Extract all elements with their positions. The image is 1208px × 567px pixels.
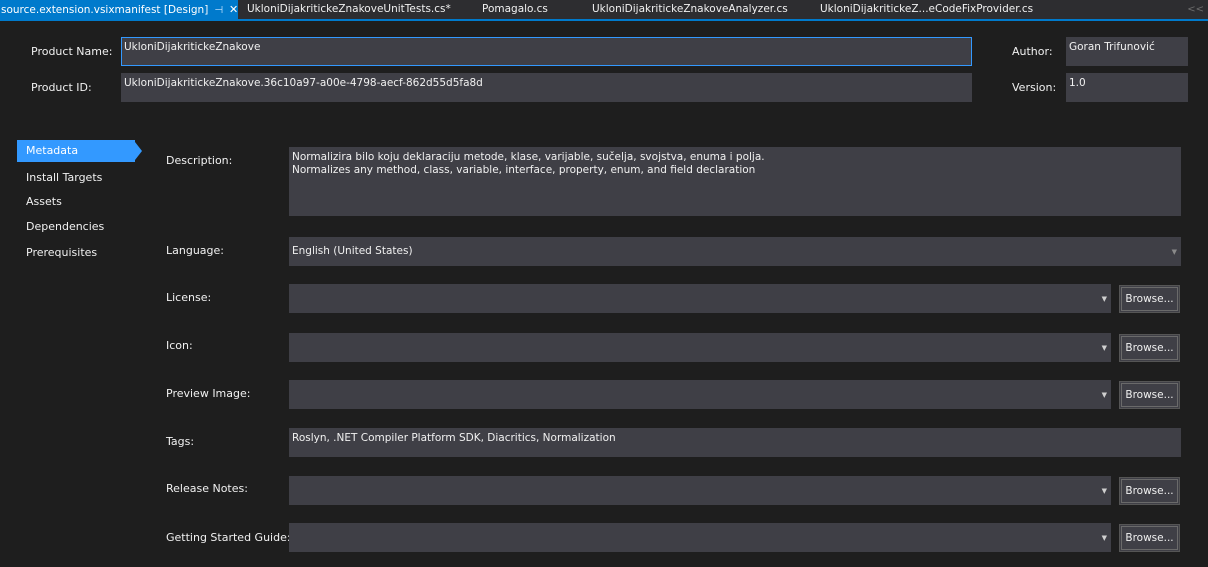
chevron-down-icon: ▼ [1101, 534, 1107, 542]
getting-started-dropdown[interactable]: ▼ [289, 523, 1111, 552]
button-focus-border [1121, 526, 1178, 550]
chevron-down-icon: ▼ [1101, 344, 1107, 352]
tab-unit-tests[interactable]: UkloniDijakritickeZnakoveUnitTests.cs* [247, 0, 451, 19]
tab-label: UkloniDijakritickeZnakoveUnitTests.cs* [247, 3, 451, 15]
tab-codefix-provider[interactable]: UkloniDijakritickeZ...eCodeFixProvider.c… [820, 0, 1033, 19]
language-value: English (United States) [292, 245, 413, 257]
product-id-field[interactable]: UkloniDijakritickeZnakove.36c10a97-a00e-… [121, 73, 972, 102]
tags-label: Tags: [166, 435, 195, 448]
release-notes-label: Release Notes: [166, 482, 248, 495]
nav-item-label: Metadata [26, 144, 79, 157]
button-focus-border [1121, 287, 1178, 311]
version-label: Version: [1012, 81, 1057, 94]
description-field[interactable]: Normalizira bilo koju deklaraciju metode… [289, 147, 1181, 216]
license-browse-button[interactable]: Browse... [1119, 285, 1180, 313]
release-notes-browse-button[interactable]: Browse... [1119, 477, 1180, 505]
description-line: Normalizes any method, class, variable, … [292, 164, 756, 176]
author-field[interactable]: Goran Trifunović [1066, 37, 1188, 66]
nav-item-prerequisites[interactable]: Prerequisites [26, 246, 97, 259]
preview-image-dropdown[interactable]: ▼ [289, 380, 1111, 409]
tags-field[interactable]: Roslyn, .NET Compiler Platform SDK, Diac… [289, 428, 1181, 457]
tab-pomagalo[interactable]: Pomagalo.cs [482, 0, 548, 19]
language-dropdown[interactable]: English (United States) ▼ [289, 237, 1181, 266]
language-label: Language: [166, 244, 224, 257]
tab-label: UkloniDijakritickeZ...eCodeFixProvider.c… [820, 3, 1034, 15]
getting-started-label: Getting Started Guide: [166, 531, 291, 544]
icon-label: Icon: [166, 339, 193, 352]
release-notes-dropdown[interactable]: ▼ [289, 476, 1111, 505]
preview-image-label: Preview Image: [166, 387, 251, 400]
icon-browse-button[interactable]: Browse... [1119, 334, 1180, 362]
tab-vsixmanifest-design[interactable]: source.extension.vsixmanifest [Design] ⊣ ✕ [0, 0, 239, 20]
icon-dropdown[interactable]: ▼ [289, 333, 1111, 362]
description-label: Description: [166, 154, 233, 167]
license-dropdown[interactable]: ▼ [289, 284, 1111, 313]
author-label: Author: [1012, 45, 1053, 58]
tab-label: UkloniDijakritickeZnakoveAnalyzer.cs [592, 3, 788, 15]
chevron-down-icon: ▼ [1101, 295, 1107, 303]
product-name-field[interactable]: UkloniDijakritickeZnakove [121, 37, 972, 66]
nav-item-assets[interactable]: Assets [26, 195, 62, 208]
button-focus-border [1121, 479, 1178, 503]
preview-image-browse-button[interactable]: Browse... [1119, 381, 1180, 409]
document-tab-bar: source.extension.vsixmanifest [Design] ⊣ ✕… [0, 0, 1208, 21]
license-label: License: [166, 291, 212, 304]
button-focus-border [1121, 383, 1178, 407]
chevron-down-icon: ▼ [1171, 248, 1177, 256]
nav-active-indicator [135, 142, 142, 160]
tab-label: source.extension.vsixmanifest [Design] [1, 4, 209, 16]
chevron-down-icon: ▼ [1101, 487, 1107, 495]
button-focus-border [1121, 336, 1178, 360]
product-name-label: Product Name: [31, 45, 113, 58]
description-line: Normalizira bilo koju deklaraciju metode… [292, 151, 765, 163]
nav-item-install-targets[interactable]: Install Targets [26, 171, 102, 184]
pin-icon[interactable]: ⊣ [214, 1, 223, 20]
version-field[interactable]: 1.0 [1066, 73, 1188, 102]
product-id-label: Product ID: [31, 81, 92, 94]
getting-started-browse-button[interactable]: Browse... [1119, 524, 1180, 552]
close-icon[interactable]: ✕ [229, 0, 238, 19]
tab-label: Pomagalo.cs [482, 3, 548, 15]
tab-analyzer[interactable]: UkloniDijakritickeZnakoveAnalyzer.cs [592, 0, 788, 19]
nav-item-dependencies[interactable]: Dependencies [26, 220, 104, 233]
nav-item-metadata[interactable]: Metadata [17, 140, 135, 162]
chevron-down-icon: ▼ [1101, 391, 1107, 399]
tab-overflow-icon[interactable]: << [1187, 0, 1204, 19]
